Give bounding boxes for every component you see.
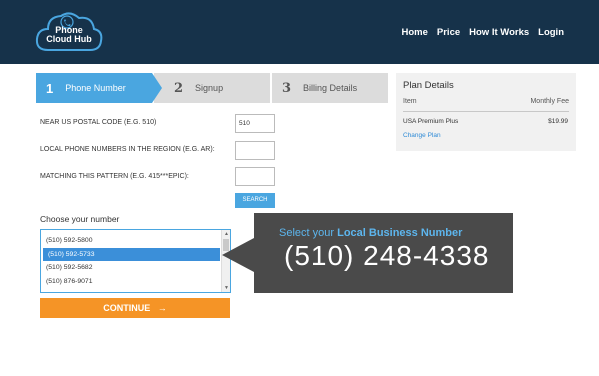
- scroll-up-icon[interactable]: ▲: [223, 231, 230, 237]
- postal-code-input[interactable]: 510: [235, 114, 275, 133]
- logo-text-line2: Cloud Hub: [46, 34, 92, 44]
- phone-number-list[interactable]: (510) 592-5800 (510) 592-5733 (510) 592-…: [40, 229, 231, 293]
- list-item[interactable]: (510) 592-5682: [41, 261, 220, 275]
- step-label: Signup: [195, 83, 224, 93]
- plan-col-item: Item: [403, 98, 417, 105]
- list-item[interactable]: (510) 592-5800: [41, 234, 220, 248]
- change-plan-link[interactable]: Change Plan: [403, 132, 441, 139]
- pattern-input[interactable]: [235, 167, 275, 186]
- nav-login[interactable]: Login: [538, 27, 564, 38]
- main-nav: Home Price How It Works Login: [401, 27, 564, 38]
- arrow-right-icon: →: [152, 303, 167, 313]
- plan-title: Plan Details: [403, 80, 454, 91]
- nav-price[interactable]: Price: [437, 27, 460, 38]
- pattern-label: MATCHING THIS PATTERN (E.G. 415***EPIC):: [40, 173, 189, 180]
- site-header: Phone Cloud Hub Home Price How It Works …: [0, 0, 599, 64]
- postal-code-label: NEAR US POSTAL CODE (E.G. 510): [40, 119, 157, 126]
- step-label: Billing Details: [303, 83, 358, 93]
- list-item[interactable]: (510) 876-9071: [41, 275, 220, 289]
- region-input[interactable]: [235, 141, 275, 160]
- callout-prefix: Select your: [279, 227, 338, 239]
- plan-col-fee: Monthly Fee: [530, 98, 569, 105]
- callout-highlight: Local Business Number: [337, 227, 463, 239]
- scroll-down-icon[interactable]: ▼: [223, 285, 230, 291]
- continue-label: CONTINUE: [103, 303, 151, 313]
- step-phone-number[interactable]: 1 Phone Number: [36, 73, 162, 103]
- logo[interactable]: Phone Cloud Hub: [34, 8, 104, 54]
- choose-number-label: Choose your number: [40, 214, 120, 224]
- plan-item-name: USA Premium Plus: [403, 118, 459, 125]
- search-button[interactable]: SEARCH: [235, 193, 275, 208]
- step-billing-details[interactable]: 3 Billing Details: [272, 73, 388, 103]
- step-number: 2: [174, 80, 184, 96]
- step-number: 3: [282, 80, 292, 96]
- plan-table-header: Item Monthly Fee: [403, 98, 569, 105]
- region-label: LOCAL PHONE NUMBERS IN THE REGION (E.G. …: [40, 146, 215, 153]
- step-label: Phone Number: [65, 83, 126, 93]
- list-item-selected[interactable]: (510) 592-5733: [43, 247, 220, 261]
- continue-button[interactable]: CONTINUE →: [40, 298, 230, 318]
- divider: [403, 111, 569, 112]
- nav-home[interactable]: Home: [401, 27, 427, 38]
- plan-details-panel: Plan Details Item Monthly Fee: [396, 73, 576, 151]
- step-progress: 1 Phone Number 2 Signup 3 Billing Detail…: [36, 73, 388, 103]
- nav-how-it-works[interactable]: How It Works: [469, 27, 529, 38]
- step-arrow-icon: [152, 73, 162, 103]
- step-number: 1: [46, 80, 54, 96]
- callout-pointer: [222, 238, 254, 272]
- plan-item-price: $19.99: [548, 118, 568, 125]
- callout-banner: Select your Local Business Number (510) …: [254, 213, 513, 293]
- step-signup[interactable]: 2 Signup: [154, 73, 270, 103]
- callout-phone-number: (510) 248-4338: [284, 240, 490, 271]
